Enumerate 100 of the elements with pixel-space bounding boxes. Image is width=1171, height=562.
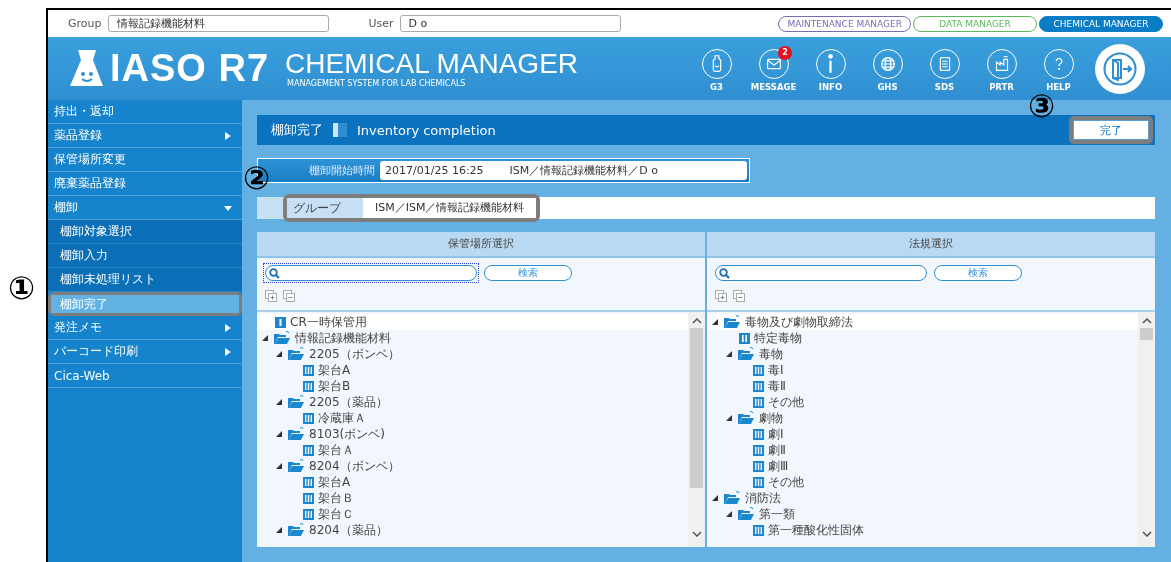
user-field: D o [399,15,621,32]
search-field[interactable] [713,263,929,283]
scrollbar[interactable] [688,312,705,547]
caret-right-icon [224,131,232,140]
expand-toggle-icon[interactable] [275,398,283,406]
tree-item[interactable]: 8204（ボンベ） [309,457,400,475]
step-number: ① [8,270,36,306]
open-folder-icon [273,331,291,345]
expand-toggle-icon[interactable] [725,350,733,358]
product-tab[interactable]: CHEMICAL MANAGER [1039,15,1163,32]
sidebar-item[interactable]: 棚卸未処理リスト [48,268,242,292]
tree-item[interactable]: 架台Ｃ [318,505,354,523]
open-folder-icon [287,395,305,409]
expand-toggle-icon[interactable] [711,318,719,326]
tree-item[interactable]: 消防法 [745,489,781,507]
tree-item[interactable]: 特定毒物 [754,329,802,347]
tree-item[interactable]: 劇物 [759,409,783,427]
expand-toggle-icon[interactable] [275,526,283,534]
step-number: ② [243,160,271,196]
expand-toggle-icon[interactable] [725,414,733,422]
tree-item-icon [303,444,314,456]
search-button[interactable]: 検索 [484,265,572,281]
expand-toggle-icon[interactable] [275,462,283,470]
expand-toggle-icon[interactable] [275,350,283,358]
expand-all-icon[interactable] [715,290,727,302]
product-logo: IASO R7 [110,47,270,90]
expand-toggle-icon[interactable] [711,494,719,502]
tree-item[interactable]: 情報記録機能材料 [295,329,391,347]
scroll-thumb[interactable] [1140,328,1153,340]
panel-header: 法規選択 [707,232,1155,258]
search-button[interactable]: 検索 [934,265,1022,281]
scrollbar[interactable] [1138,312,1155,547]
caret-right-icon [224,323,232,332]
app-title: CHEMICAL MANAGER [285,49,579,79]
group-label: グループ [287,198,363,218]
scroll-up-icon[interactable] [1141,318,1152,324]
tree-item[interactable]: 毒物 [759,345,783,363]
tree-item[interactable]: 劇Ⅰ [768,425,784,443]
product-tab[interactable]: MAINTENANCE MANAGER [778,15,911,32]
tree-item[interactable]: 架台B [318,377,351,395]
open-folder-icon [287,347,305,361]
tree-item-icon [753,444,764,456]
open-folder-icon [723,491,741,505]
caret-down-icon [224,203,232,212]
user-label: User [368,17,394,30]
owner-value: ISM／情報記録機能材料／D o [509,163,659,178]
tree-item[interactable]: 8103(ボンベ) [309,425,385,443]
group-label: Group [68,17,102,30]
tree-item-icon [753,476,764,488]
tree-item[interactable]: 架台A [318,473,351,491]
tree-item-icon [753,380,764,392]
open-folder-icon [287,459,305,473]
open-folder-icon [737,347,755,361]
open-folder-icon [287,523,305,537]
complete-button[interactable]: 完了 [1073,120,1149,140]
tree-item[interactable]: 第一類 [759,505,795,523]
tree-item[interactable]: 毒Ⅰ [768,361,784,379]
tree-item[interactable]: 第一種酸化性固体 [768,521,864,539]
tree-item-icon [753,364,764,376]
caret-right-icon [224,347,232,356]
tree-item[interactable]: 架台Ａ [318,441,354,459]
tree-item[interactable]: 架台A [318,361,351,379]
nav-button[interactable]: MESSAGE 2 [751,49,796,92]
tree-item[interactable]: 劇Ⅱ [768,441,786,459]
expand-all-icon[interactable] [265,290,277,302]
expand-toggle-icon[interactable] [275,430,283,438]
tree-item-icon [753,428,764,440]
sidebar-item[interactable]: 棚卸対象選択 [48,220,242,244]
scroll-thumb[interactable] [690,328,703,488]
tree-item[interactable]: 毒Ⅱ [768,377,786,395]
tree-item-icon [303,476,314,488]
tree-item[interactable]: 冷蔵庫Ａ [318,409,366,427]
tree-item-icon [753,524,764,536]
sidebar-item[interactable]: 棚卸入力 [48,244,242,268]
tree-item-icon [753,396,764,408]
expand-toggle-icon[interactable] [261,334,269,342]
tree-item[interactable]: 2205（ボンベ） [309,345,400,363]
logout-button[interactable] [1095,43,1145,94]
info-icon [827,53,834,75]
tree-item-icon [303,364,314,376]
scroll-down-icon[interactable] [691,531,702,537]
tree-item[interactable]: 2205（薬品） [309,393,388,411]
tree-item[interactable]: その他 [768,473,804,491]
tree-item[interactable]: その他 [768,393,804,411]
tree-item[interactable]: 架台Ｂ [318,489,354,507]
app-subtitle: MANAGEMENT SYSTEM FOR LAB CHEMICALS [287,79,467,88]
tree-item[interactable]: 8204（薬品） [309,521,388,539]
open-folder-icon [737,411,755,425]
tree-item-icon [303,412,314,424]
tree-item-icon [303,380,314,392]
tree-item[interactable]: 劇Ⅲ [768,457,789,475]
scroll-up-icon[interactable] [691,318,702,324]
start-time-label: 棚卸開始時間 [308,163,376,178]
tree-item-icon [753,460,764,472]
page-title: 棚卸完了 [271,121,323,139]
search-field[interactable] [263,263,479,283]
scroll-down-icon[interactable] [1141,531,1152,537]
open-folder-icon [723,315,741,329]
open-folder-icon [737,507,755,521]
expand-toggle-icon[interactable] [725,510,733,518]
